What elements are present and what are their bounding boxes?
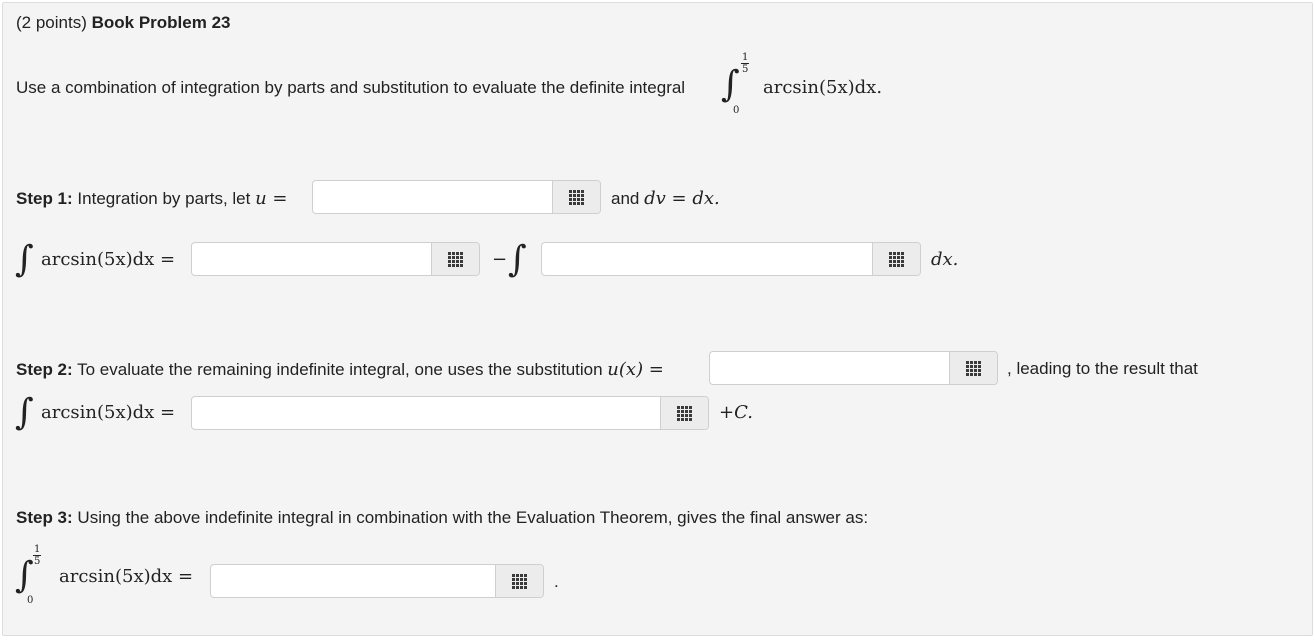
step2-line: Step 2: To evaluate the remaining indefi…	[16, 359, 664, 380]
lower-limit: 0	[27, 595, 34, 606]
integrand: arcsin(5x)dx.	[763, 77, 883, 98]
minus-sign: −	[492, 249, 508, 270]
equation-editor-icon	[889, 251, 904, 267]
uv-palette-button[interactable]	[431, 243, 479, 275]
uv-input[interactable]	[192, 243, 431, 275]
equation-editor-icon	[448, 251, 463, 267]
antiderivative-lhs: arcsin(5x)dx =	[41, 402, 176, 423]
step2-label: Step 2:	[16, 360, 73, 379]
equation-editor-icon	[966, 360, 981, 376]
step3-line: Step 3: Using the above indefinite integ…	[16, 508, 868, 528]
parts-lhs: arcsin(5x)dx =	[41, 249, 176, 270]
substitution-equals: u(x) =	[607, 359, 664, 380]
points-label: (2 points)	[16, 13, 87, 32]
vdu-palette-button[interactable]	[872, 243, 920, 275]
substitution-input[interactable]	[710, 352, 949, 384]
step3-text: Using the above indefinite integral in c…	[77, 508, 869, 527]
u-palette-button[interactable]	[552, 181, 600, 213]
step1-text: Integration by parts, let	[77, 189, 251, 208]
problem-panel: (2 points) Book Problem 23 Use a combina…	[2, 2, 1313, 636]
and-text: and	[611, 189, 640, 208]
problem-title: Book Problem 23	[91, 13, 231, 32]
integral-sign: ∫	[15, 392, 34, 433]
upper-limit: 15	[741, 52, 750, 75]
step2-text: To evaluate the remaining indefinite int…	[77, 360, 603, 379]
problem-header: (2 points) Book Problem 23	[16, 13, 230, 33]
antiderivative-input[interactable]	[192, 397, 660, 429]
step3-label: Step 3:	[16, 508, 73, 527]
upper-limit: 15	[33, 544, 42, 567]
step2-after-text: , leading to the result that	[1007, 359, 1198, 378]
equation-editor-icon	[569, 189, 584, 205]
step1-line: Step 1: Integration by parts, let u =	[16, 188, 288, 209]
antiderivative-palette-button[interactable]	[660, 397, 708, 429]
antiderivative-input-field[interactable]	[191, 396, 709, 430]
substitution-input-field[interactable]	[709, 351, 998, 385]
substitution-palette-button[interactable]	[949, 352, 997, 384]
equation-editor-icon	[512, 573, 527, 589]
final-palette-button[interactable]	[495, 565, 543, 597]
vdu-input[interactable]	[542, 243, 872, 275]
u-input[interactable]	[313, 181, 552, 213]
final-answer-field[interactable]	[210, 564, 544, 598]
step1-label: Step 1:	[16, 189, 73, 208]
dx-tail: dx.	[931, 249, 959, 270]
integral-sign: ∫	[508, 239, 527, 280]
final-period: .	[554, 572, 559, 591]
final-lhs: arcsin(5x)dx =	[59, 566, 194, 587]
equation-editor-icon	[677, 405, 692, 421]
intro-text: Use a combination of integration by part…	[16, 78, 686, 97]
vdu-input-field[interactable]	[541, 242, 921, 276]
integral-sign: ∫	[15, 239, 34, 280]
u-equals: u =	[255, 188, 288, 209]
dv-equals: dv = dx.	[644, 188, 720, 209]
integral-sign: ∫	[15, 555, 34, 596]
dv-expression: and dv = dx.	[611, 188, 720, 209]
u-input-field[interactable]	[312, 180, 601, 214]
uv-input-field[interactable]	[191, 242, 480, 276]
integral-sign: ∫	[721, 64, 740, 105]
lower-limit: 0	[733, 105, 740, 116]
final-answer-input[interactable]	[211, 565, 495, 597]
plus-c: +C.	[719, 402, 753, 423]
